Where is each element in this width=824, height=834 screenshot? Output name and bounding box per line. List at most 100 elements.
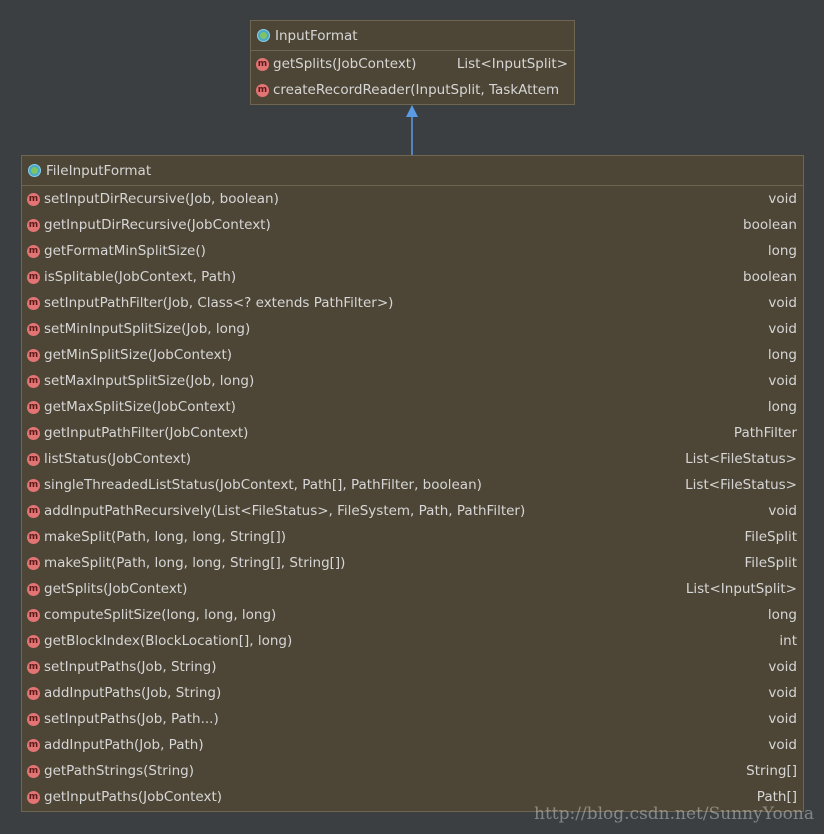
method-return-type: FileSplit: [744, 555, 797, 571]
method-icon: m: [27, 322, 40, 336]
method-return-type: PathFilter: [733, 425, 797, 441]
method-signature: getInputPathFilter(JobContext): [44, 425, 249, 441]
method-signature: makeSplit(Path, long, long, String[]): [44, 529, 287, 545]
method-icon: m: [27, 348, 40, 362]
method-signature: getInputPaths(JobContext): [44, 789, 223, 805]
method-signature: setMaxInputSplitSize(Job, long): [44, 373, 255, 389]
method-signature: addInputPathRecursively(List<FileStatus>…: [44, 503, 526, 519]
class-name: FileInputFormat: [46, 162, 152, 179]
method-return-type: void: [768, 659, 797, 675]
method-row[interactable]: m listStatus(JobContext) List<FileStatus>: [22, 446, 803, 472]
method-row[interactable]: m makeSplit(Path, long, long, String[], S…: [22, 550, 803, 576]
method-list: m getSplits(JobContext) List<InputSplit> m c…: [251, 51, 574, 103]
method-return-type: long: [767, 243, 797, 259]
method-signature: addInputPaths(Job, String): [44, 685, 222, 701]
method-row[interactable]: m setInputDirRecursive(Job, boolean) void: [22, 186, 803, 212]
method-icon: m: [27, 764, 40, 778]
method-icon: m: [27, 608, 40, 622]
method-return-type: void: [768, 503, 797, 519]
method-signature: computeSplitSize(long, long, long): [44, 607, 277, 623]
method-icon: m: [27, 790, 40, 804]
method-row[interactable]: m setInputPathFilter(Job, Class<? extends…: [22, 290, 803, 316]
method-icon: m: [27, 530, 40, 544]
method-return-type: void: [768, 321, 797, 337]
method-row[interactable]: m setInputPaths(Job, String) void: [22, 654, 803, 680]
method-icon: m: [27, 634, 40, 648]
method-signature: getFormatMinSplitSize(): [44, 243, 206, 259]
method-row[interactable]: m getSplits(JobContext) List<InputSplit>: [251, 51, 574, 77]
method-return-type: void: [768, 685, 797, 701]
method-signature: setInputDirRecursive(Job, boolean): [44, 191, 279, 207]
method-signature: createRecordReader(InputSplit, TaskAttem…: [273, 82, 558, 98]
method-row[interactable]: m makeSplit(Path, long, long, String[]) Fi…: [22, 524, 803, 550]
method-signature: setInputPaths(Job, Path...): [44, 711, 219, 727]
method-row[interactable]: m setMaxInputSplitSize(Job, long) void: [22, 368, 803, 394]
method-icon: m: [27, 374, 40, 388]
method-signature: addInputPath(Job, Path): [44, 737, 204, 753]
method-signature: getInputDirRecursive(JobContext): [44, 217, 271, 233]
class-header: InputFormat: [251, 21, 574, 51]
method-icon: m: [27, 582, 40, 596]
method-signature: getPathStrings(String): [44, 763, 194, 779]
class-header: FileInputFormat: [22, 156, 803, 186]
method-icon: m: [27, 244, 40, 258]
method-return-type: void: [768, 295, 797, 311]
method-icon: m: [27, 504, 40, 518]
method-icon: m: [27, 712, 40, 726]
class-box-fileinputformat[interactable]: FileInputFormat m setInputDirRecursive(Jo…: [21, 155, 804, 812]
method-icon: m: [27, 296, 40, 310]
method-return-type: boolean: [743, 217, 797, 233]
method-signature: setInputPathFilter(Job, Class<? extends …: [44, 295, 394, 311]
method-row[interactable]: m computeSplitSize(long, long, long) long: [22, 602, 803, 628]
method-return-type: List<FileStatus>: [685, 451, 797, 467]
class-icon: [257, 29, 270, 42]
method-row[interactable]: m setMinInputSplitSize(Job, long) void: [22, 316, 803, 342]
class-box-inputformat[interactable]: InputFormat m getSplits(JobContext) List<I…: [250, 20, 575, 105]
method-return-type: List<FileStatus>: [685, 477, 797, 493]
method-signature: getSplits(JobContext): [273, 56, 417, 72]
method-return-type: List<InputSplit>: [456, 56, 568, 72]
method-row[interactable]: m getMinSplitSize(JobContext) long: [22, 342, 803, 368]
method-signature: getSplits(JobContext): [44, 581, 188, 597]
method-signature: getBlockIndex(BlockLocation[], long): [44, 633, 293, 649]
method-icon: m: [256, 83, 269, 97]
method-signature: getMaxSplitSize(JobContext): [44, 399, 236, 415]
class-icon: [28, 164, 41, 177]
method-row[interactable]: m getBlockIndex(BlockLocation[], long) int: [22, 628, 803, 654]
method-return-type: long: [767, 607, 797, 623]
method-icon: m: [27, 556, 40, 570]
method-row[interactable]: m getFormatMinSplitSize() long: [22, 238, 803, 264]
method-row[interactable]: m addInputPath(Job, Path) void: [22, 732, 803, 758]
method-signature: listStatus(JobContext): [44, 451, 192, 467]
method-return-type: Path[]: [756, 789, 797, 805]
class-name: InputFormat: [275, 27, 358, 44]
method-row[interactable]: m addInputPathRecursively(List<FileStatus…: [22, 498, 803, 524]
method-row[interactable]: m getInputDirRecursive(JobContext) boolean: [22, 212, 803, 238]
method-row[interactable]: m singleThreadedListStatus(JobContext, Pa…: [22, 472, 803, 498]
method-return-type: void: [768, 373, 797, 389]
method-list: m setInputDirRecursive(Job, boolean) void m…: [22, 186, 803, 810]
method-return-type: FileSplit: [744, 529, 797, 545]
method-row[interactable]: m addInputPaths(Job, String) void: [22, 680, 803, 706]
method-row[interactable]: m createRecordReader(InputSplit, TaskAtte…: [251, 77, 574, 103]
method-row[interactable]: m getSplits(JobContext) List<InputSplit>: [22, 576, 803, 602]
method-row[interactable]: m getPathStrings(String) String[]: [22, 758, 803, 784]
method-icon: m: [27, 270, 40, 284]
method-icon: m: [27, 218, 40, 232]
method-return-type: List<InputSplit>: [685, 581, 797, 597]
method-icon: m: [27, 452, 40, 466]
method-return-type: long: [767, 399, 797, 415]
method-row[interactable]: m isSplitable(JobContext, Path) boolean: [22, 264, 803, 290]
method-row[interactable]: m getMaxSplitSize(JobContext) long: [22, 394, 803, 420]
watermark: http://blog.csdn.net/SunnyYoona: [534, 804, 814, 824]
method-signature: makeSplit(Path, long, long, String[], St…: [44, 555, 346, 571]
method-return-type: String[]: [746, 763, 797, 779]
method-row[interactable]: m setInputPaths(Job, Path...) void: [22, 706, 803, 732]
method-signature: singleThreadedListStatus(JobContext, Pat…: [44, 477, 482, 493]
method-row[interactable]: m getInputPathFilter(JobContext) PathFilte…: [22, 420, 803, 446]
method-icon: m: [27, 686, 40, 700]
method-return-type: int: [779, 633, 797, 649]
method-signature: setInputPaths(Job, String): [44, 659, 217, 675]
method-icon: m: [27, 400, 40, 414]
method-return-type: boolean: [743, 269, 797, 285]
